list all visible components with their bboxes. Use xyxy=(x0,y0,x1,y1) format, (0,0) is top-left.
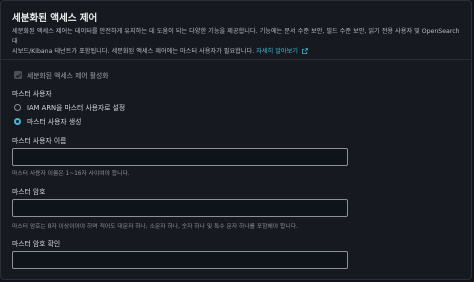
password-hint: 마스터 암호는 8자 이상이어야 하며 적어도 대문자 하나, 소문자 하나, … xyxy=(12,224,298,230)
enable-fgac-checkbox-row[interactable]: 세분화된 액세스 제어 활성화 xyxy=(14,70,109,80)
radio-iam-arn-label: IAM ARN을 마스터 사용자로 설정 xyxy=(27,104,126,112)
radio-create-master-user-label: 마스터 사용자 생성 xyxy=(27,118,82,126)
password-input[interactable] xyxy=(12,199,348,217)
enable-fgac-label: 세분화된 액세스 제어 활성화 xyxy=(27,72,109,80)
description-line-2-text: 시보드/Kibana 테넌트가 포함됩니다. 세분화된 액세스 제어에는 마스터… xyxy=(12,48,255,55)
enable-fgac-checkbox[interactable] xyxy=(14,71,22,79)
fine-grained-access-panel: 세분화된 액세스 제어 세분화된 액세스 제어는 데이터를 안전하게 유지하는 … xyxy=(0,0,472,280)
password-confirm-input[interactable] xyxy=(12,251,348,269)
checkmark-icon xyxy=(15,72,21,78)
radio-create-master-user-button[interactable] xyxy=(14,117,21,125)
radio-iam-arn-button[interactable] xyxy=(14,103,21,111)
radio-create-master-user[interactable]: 마스터 사용자 생성 xyxy=(14,116,81,126)
learn-more-link[interactable]: 자세히 알아보기 xyxy=(256,48,308,55)
master-user-label: 마스터 사용자 xyxy=(12,90,52,98)
section-title: 세분화된 액세스 제어 xyxy=(12,13,98,24)
section-description: 세분화된 액세스 제어는 데이터를 안전하게 유지하는 데 도움이 되는 다양한… xyxy=(12,27,462,57)
description-line-2: 시보드/Kibana 테넌트가 포함됩니다. 세분화된 액세스 제어에는 마스터… xyxy=(12,47,462,57)
password-confirm-label: 마스터 암호 확인 xyxy=(12,240,61,248)
external-link-icon xyxy=(302,48,308,54)
learn-more-label: 자세히 알아보기 xyxy=(256,48,298,55)
username-input[interactable] xyxy=(12,148,348,166)
password-label: 마스터 암호 xyxy=(12,188,46,196)
username-hint: 마스터 사용자 이름은 1~16자 사이여야 합니다. xyxy=(12,171,130,177)
section-divider xyxy=(1,59,471,60)
radio-iam-arn[interactable]: IAM ARN을 마스터 사용자로 설정 xyxy=(14,102,125,112)
description-line-1: 세분화된 액세스 제어는 데이터를 안전하게 유지하는 데 도움이 되는 다양한… xyxy=(12,28,460,45)
username-label: 마스터 사용자 이름 xyxy=(12,137,67,145)
